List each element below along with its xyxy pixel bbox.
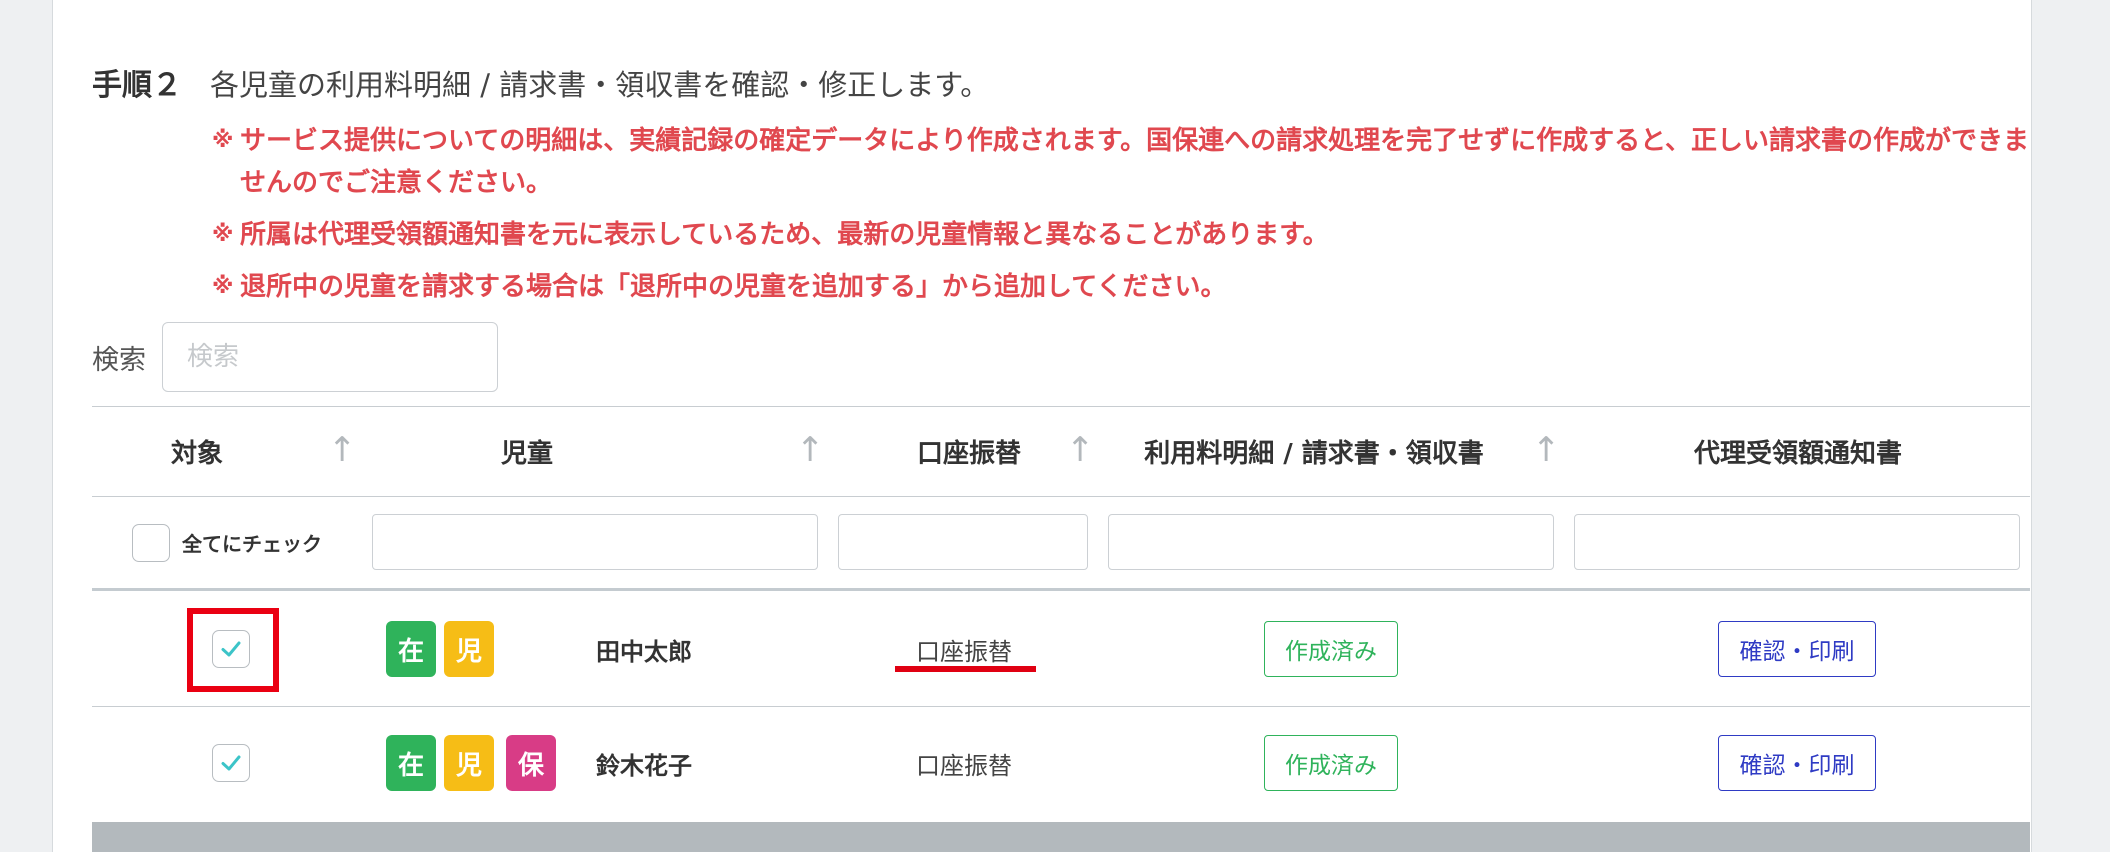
sort-child-icon[interactable]: ↑: [796, 430, 825, 470]
transfer-text: 口座振替: [916, 752, 1012, 780]
status-badge-child: 児: [444, 735, 494, 791]
transfer-underline: [895, 666, 1036, 672]
note-text: 所属は代理受領額通知書を元に表示しているため、最新の児童情報と異なることがありま…: [240, 220, 1329, 250]
sort-statement-icon[interactable]: ↑: [1532, 430, 1561, 470]
step-header: 手順２ 各児童の利用料明細 / 請求書・領収書を確認・修正します。: [92, 60, 989, 104]
note-mark: ※: [212, 222, 234, 247]
note-item: ※ 所属は代理受領額通知書を元に表示しているため、最新の児童情報と異なることがあ…: [212, 214, 2032, 256]
transfer-text: 口座振替: [916, 638, 1012, 666]
check-all-checkbox[interactable]: [132, 524, 170, 562]
note-mark: ※: [212, 128, 234, 153]
checkmark-icon: [221, 755, 241, 771]
child-name: 田中太郎: [596, 638, 692, 666]
header-notice: 代理受領額通知書: [1693, 438, 1902, 469]
checkbox-highlight-box: [187, 608, 279, 692]
table-row: 在 児 田中太郎 口座振替 作成済み 確認・印刷: [92, 592, 2030, 706]
confirm-print-button[interactable]: 確認・印刷: [1718, 621, 1876, 677]
search-label: 検索: [92, 344, 146, 376]
child-name: 鈴木花子: [596, 752, 692, 780]
footer-bar: [92, 822, 2030, 852]
filter-notice-input[interactable]: [1574, 514, 2020, 570]
notes-list: ※ サービス提供についての明細は、実績記録の確定データにより作成されます。国保連…: [212, 120, 2032, 318]
header-child: 児童: [500, 438, 553, 469]
filter-transfer-input[interactable]: [838, 514, 1088, 570]
header-divider: [92, 496, 2030, 497]
step-description: 各児童の利用料明細 / 請求書・領収書を確認・修正します。: [210, 68, 990, 102]
status-badge-nursery: 保: [506, 735, 556, 791]
table-row: 在 児 保 鈴木花子 口座振替 作成済み 確認・印刷: [92, 706, 2030, 820]
statement-created-button[interactable]: 作成済み: [1264, 621, 1398, 677]
check-all-label: 全てにチェック: [182, 532, 322, 556]
header-statement: 利用料明細 / 請求書・領収書: [1144, 438, 1484, 469]
step-label: 手順２: [92, 68, 182, 103]
sort-target-icon[interactable]: ↑: [328, 430, 357, 470]
row-checkbox[interactable]: [212, 744, 250, 782]
filter-statement-input[interactable]: [1108, 514, 1554, 570]
header-target: 対象: [170, 438, 223, 469]
note-item: ※ サービス提供についての明細は、実績記録の確定データにより作成されます。国保連…: [212, 120, 2032, 204]
confirm-print-button[interactable]: 確認・印刷: [1718, 735, 1876, 791]
status-badge-child: 児: [444, 621, 494, 677]
filter-divider: [92, 588, 2030, 591]
status-badge-enrolled: 在: [386, 621, 436, 677]
filter-child-input[interactable]: [372, 514, 818, 570]
header-transfer: 口座振替: [916, 438, 1021, 469]
note-mark: ※: [212, 274, 234, 299]
note-text: サービス提供についての明細は、実績記録の確定データにより作成されます。国保連への…: [240, 126, 2030, 198]
status-badge-enrolled: 在: [386, 735, 436, 791]
search-row: 検索: [92, 322, 498, 392]
note-text: 退所中の児童を請求する場合は「退所中の児童を追加する」から追加してください。: [240, 272, 1227, 302]
search-input[interactable]: [162, 322, 498, 392]
statement-created-button[interactable]: 作成済み: [1264, 735, 1398, 791]
note-item: ※ 退所中の児童を請求する場合は「退所中の児童を追加する」から追加してください。: [212, 266, 2032, 308]
sort-transfer-icon[interactable]: ↑: [1066, 430, 1095, 470]
